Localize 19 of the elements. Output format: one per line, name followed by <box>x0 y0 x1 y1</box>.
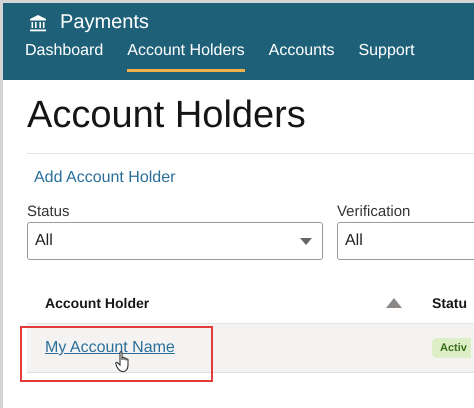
account-name-link[interactable]: My Account Name <box>45 339 175 357</box>
nav-tab[interactable]: Support <box>358 40 415 72</box>
nav-tab[interactable]: Accounts <box>268 40 334 72</box>
bank-icon <box>29 14 47 32</box>
nav-tab[interactable]: Account Holders <box>127 40 245 72</box>
nav-tab[interactable]: Dashboard <box>25 40 104 72</box>
column-header: Account Holder <box>45 295 150 311</box>
filter-select[interactable]: All <box>337 222 474 260</box>
column-header: Statu <box>432 295 467 311</box>
table-row[interactable]: My Account Name Activ <box>27 324 474 373</box>
sort-ascending-icon[interactable] <box>386 298 402 308</box>
page-title: Account Holders <box>27 94 474 154</box>
add-account-holder-link[interactable]: Add Account Holder <box>34 169 176 187</box>
filter-select[interactable]: All <box>27 222 323 260</box>
caret-icon <box>300 238 312 244</box>
filter-label: Status <box>27 203 71 220</box>
filter-label: Verification <box>337 203 412 220</box>
status-badge: Activ <box>432 338 471 358</box>
app-title: Payments <box>60 11 149 34</box>
